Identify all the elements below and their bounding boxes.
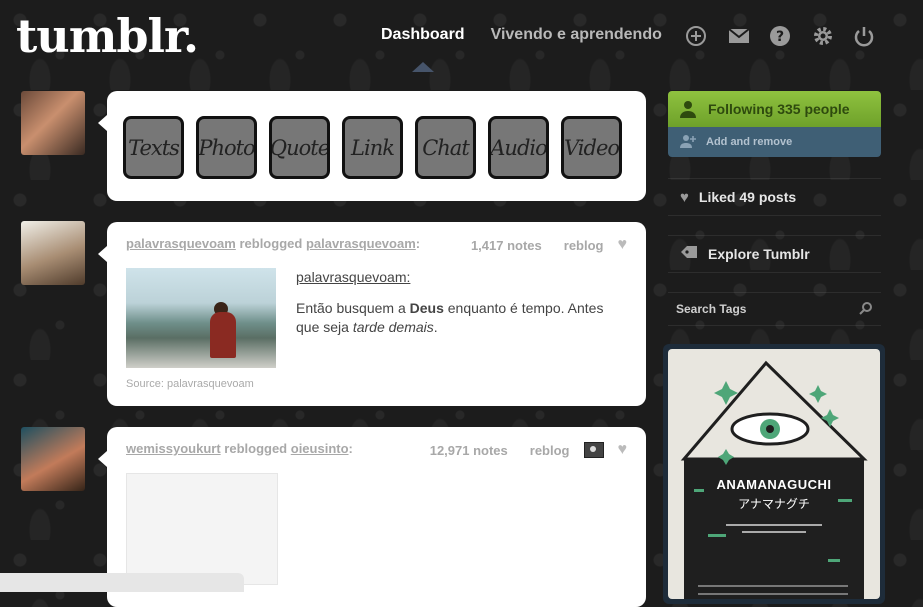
- user-avatar[interactable]: [21, 91, 85, 155]
- post-link-button[interactable]: Link: [342, 116, 403, 179]
- post-action-text: reblogged: [224, 441, 288, 456]
- post-quote: palavrasquevoam: Então busquem a Deus en…: [296, 268, 626, 337]
- liked-posts-link[interactable]: ♥ Liked 49 posts: [668, 178, 881, 216]
- post-video-button[interactable]: Video: [561, 116, 622, 179]
- heart-icon[interactable]: ♥: [618, 441, 628, 459]
- tag-icon: [680, 245, 698, 263]
- nav-dashboard[interactable]: Dashboard: [381, 26, 465, 44]
- reblog-source-link[interactable]: palavrasquevoam: [306, 236, 416, 251]
- post-meta: 1,417 notes reblog ♥: [471, 236, 627, 254]
- notes-count[interactable]: 1,417 notes: [471, 238, 542, 253]
- camera-icon[interactable]: [583, 442, 604, 458]
- notch: [98, 115, 107, 131]
- post-photo[interactable]: [126, 268, 276, 368]
- search-tags-label: Search Tags: [676, 302, 747, 316]
- post-username-link[interactable]: wemissyoukurt: [126, 441, 221, 456]
- post-avatar[interactable]: [21, 427, 85, 491]
- quote-text: Então busquem a Deus enquanto é tempo. A…: [296, 300, 604, 335]
- top-nav: Dashboard Vivendo e aprendendo: [381, 26, 662, 44]
- svg-text:?: ?: [776, 29, 784, 45]
- following-button[interactable]: Following 335 people: [668, 91, 881, 127]
- dashboard-post: palavrasquevoam reblogged palavrasquevoa…: [98, 222, 646, 406]
- post-photo-button[interactable]: Photo: [196, 116, 257, 179]
- poster-art: [680, 360, 868, 599]
- notch: [98, 451, 107, 467]
- ad-poster: ANAMANAGUCHI アナマナグチ: [668, 349, 880, 599]
- heart-icon: ♥: [680, 188, 689, 206]
- person-icon: [678, 100, 698, 118]
- notch: [98, 246, 107, 262]
- horizontal-scrollbar[interactable]: [0, 573, 244, 592]
- post-header: wemissyoukurt reblogged oieusinto: 12,97…: [126, 441, 627, 459]
- search-icon[interactable]: [859, 301, 873, 318]
- reblog-button[interactable]: reblog: [564, 238, 604, 253]
- post-type-selector: Texts Photo Quote Link Chat Audio Video: [98, 91, 646, 201]
- post-audio-button[interactable]: Audio: [488, 116, 549, 179]
- post-action-text: reblogged: [239, 236, 303, 251]
- nav-blog[interactable]: Vivendo e aprendendo: [491, 26, 662, 44]
- explore-tumblr-link[interactable]: Explore Tumblr: [668, 235, 881, 273]
- reblog-button[interactable]: reblog: [530, 443, 570, 458]
- ad-title: ANAMANAGUCHI: [716, 477, 832, 492]
- post-meta: 12,971 notes reblog ♥: [430, 441, 627, 459]
- explore-label: Explore Tumblr: [708, 246, 810, 262]
- liked-label: Liked 49 posts: [698, 189, 797, 205]
- post-avatar[interactable]: [21, 221, 85, 285]
- post-source[interactable]: Source: palavrasquevoam: [126, 378, 254, 390]
- mail-icon[interactable]: [727, 24, 751, 48]
- add-remove-button[interactable]: Add and remove: [668, 127, 881, 157]
- post-media-placeholder[interactable]: [126, 473, 278, 585]
- power-icon[interactable]: [852, 24, 876, 48]
- post-text-button[interactable]: Texts: [123, 116, 184, 179]
- following-label: Following 335 people: [708, 101, 850, 117]
- add-remove-label: Add and remove: [706, 136, 793, 148]
- add-person-icon: [680, 134, 696, 151]
- plus-circle-icon[interactable]: [684, 24, 708, 48]
- tumblr-logo[interactable]: tumblr.: [16, 8, 199, 64]
- notes-count[interactable]: 12,971 notes: [430, 443, 508, 458]
- search-tags-field[interactable]: Search Tags: [668, 292, 881, 326]
- ad-subtitle: アナマナグチ: [738, 497, 810, 511]
- gear-icon[interactable]: [811, 24, 835, 48]
- post-username-link[interactable]: palavrasquevoam: [126, 236, 236, 251]
- help-icon[interactable]: ?: [768, 24, 792, 48]
- heart-icon[interactable]: ♥: [618, 236, 628, 254]
- quote-author-link[interactable]: palavrasquevoam: [296, 269, 407, 285]
- post-quote-button[interactable]: Quote: [269, 116, 330, 179]
- nav-active-arrow: [412, 62, 434, 72]
- reblog-source-link[interactable]: oieusinto: [291, 441, 349, 456]
- sidebar-ad[interactable]: ANAMANAGUCHI アナマナグチ: [663, 344, 885, 604]
- post-header: palavrasquevoam reblogged palavrasquevoa…: [126, 236, 627, 254]
- post-chat-button[interactable]: Chat: [415, 116, 476, 179]
